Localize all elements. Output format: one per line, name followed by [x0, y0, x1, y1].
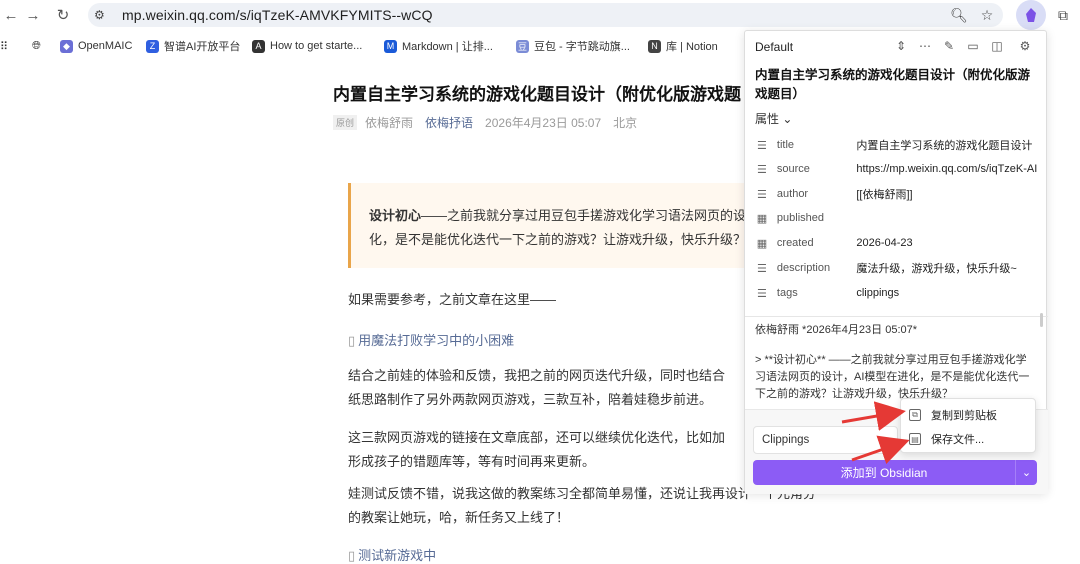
property-row[interactable]: ▦ created 2026-04-23 [755, 233, 1045, 253]
save-file-item[interactable]: ▤ 保存文件... [909, 429, 984, 449]
sidebar-icon[interactable]: ◫ [989, 38, 1005, 54]
link-icon: ▯ [348, 333, 356, 348]
text-lines-icon: ☰ [757, 163, 767, 176]
obsidian-clipper-extension-icon[interactable] [1016, 0, 1046, 30]
note-content[interactable]: 依梅舒雨 *2026年4月23日 05:07* > **设计初心** ——之前我… [755, 322, 1037, 403]
apps-grid-icon[interactable]: ⠿ [0, 38, 8, 54]
back-icon[interactable]: ← [0, 4, 22, 26]
link-icon: ▯ [348, 548, 356, 563]
property-row[interactable]: ☰ description 魔法升级，游戏升级，快乐升级~ [755, 258, 1045, 278]
text-lines-icon: ☰ [757, 188, 767, 201]
text-lines-icon: ☰ [757, 262, 767, 275]
calendar-icon: ▦ [756, 212, 768, 225]
paragraph: 如果需要参考，之前文章在这里—— [348, 292, 557, 307]
clipper-header: Default ⇕ ⋯ ✎ ▭ ◫ ⚙ [745, 31, 1048, 63]
bookmark-item[interactable]: ◆ OpenMAIC [60, 38, 132, 54]
location: 北京 [613, 116, 638, 130]
bookmark-star-icon[interactable]: ☆ [976, 4, 998, 26]
file-icon: ▤ [909, 433, 921, 445]
quote-text-line2: 化，是不是能优化迭代一下之前的游戏？让游戏升级，快乐升级？ [369, 232, 747, 247]
bookmark-item[interactable]: N库 | Notion [648, 38, 718, 54]
reader-icon[interactable]: ▭ [965, 38, 981, 54]
article-link[interactable]: ▯ 测试新游戏中 [348, 545, 436, 564]
paragraph: 结合之前娃的体验和反馈，我把之前的网页迭代升级，同时也结合 纸思路制作了另外两款网… [348, 368, 726, 407]
add-to-obsidian-button[interactable]: 添加到 Obsidian ⌄ [753, 460, 1037, 485]
property-row[interactable]: ☰ author [[依梅舒雨]] [755, 184, 1045, 204]
property-row[interactable]: ▦ published [755, 208, 1045, 228]
account-link[interactable]: 依梅抒语 [425, 114, 473, 131]
copy-icon: ⧉ [909, 409, 921, 421]
calendar-icon: ▦ [756, 237, 768, 250]
chevron-updown-icon[interactable]: ⇕ [893, 38, 909, 54]
extensions-puzzle-icon[interactable]: ⧉ [1052, 4, 1074, 26]
note-title[interactable]: 内置自主学习系统的游戏化题目设计（附优化版游戏题目） [755, 66, 1040, 104]
bookmark-item[interactable]: A How to get starte... [252, 38, 362, 54]
reload-icon[interactable]: ↻ [52, 4, 74, 26]
globe-icon[interactable]: 🌐︎ [32, 38, 41, 54]
text-lines-icon: ☰ [757, 287, 767, 300]
highlighter-icon[interactable]: ✎ [941, 38, 957, 54]
zoom-icon[interactable]: 🔍︎ [948, 4, 970, 26]
browser-toolbar: ← → ↻ ⚙ mp.weixin.qq.com/s/iqTzeK-AMVKFY… [0, 0, 1080, 30]
properties-toggle[interactable]: 属性 ⌄ [755, 110, 792, 127]
markdown-icon: M [384, 39, 397, 53]
template-select[interactable]: Default [755, 40, 793, 54]
site-settings-icon[interactable]: ⚙ [94, 8, 108, 22]
url-text: mp.weixin.qq.com/s/iqTzeK-AMVKFYMITS--wC… [122, 7, 433, 23]
zhipu-icon: Z [146, 39, 159, 53]
chevron-down-icon[interactable]: ⌄ [1015, 460, 1037, 485]
bookmark-item[interactable]: Z 智谱AI开放平台 [146, 38, 240, 54]
quote-text: ——之前我就分享过用豆包手搓游戏化学习语法网页的设计， [421, 208, 749, 223]
property-row[interactable]: ☰ title 内置自主学习系统的游戏化题目设计 [755, 135, 1045, 155]
property-row[interactable]: ☰ tags clippings [755, 283, 1045, 303]
copy-to-clipboard-item[interactable]: ⧉ 复制到剪贴板 [909, 405, 997, 425]
save-options-menu: ⧉ 复制到剪贴板 ▤ 保存文件... [900, 398, 1036, 453]
property-row[interactable]: ☰ source https://mp.weixin.qq.com/s/iqTzeK… [755, 159, 1045, 179]
quote-bold: 设计初心 [369, 208, 422, 223]
original-badge: 原创 [333, 115, 358, 130]
notion-icon: N [648, 39, 661, 53]
doubao-icon: 豆 [516, 39, 529, 53]
scrollbar[interactable] [1040, 313, 1043, 327]
anthropic-icon: A [252, 39, 265, 53]
forward-icon[interactable]: → [22, 4, 44, 26]
bookmark-item[interactable]: 豆豆包 - 字节跳动旗... [516, 38, 630, 54]
article-title: 内置自主学习系统的游戏化题目设计（附优化版游戏题 [333, 85, 741, 104]
author-name: 依梅舒雨 [365, 116, 414, 130]
vault-folder-field[interactable]: Clippings [753, 426, 898, 454]
publish-date: 2026年4月23日 05:07 [485, 116, 602, 130]
openmaic-icon: ◆ [60, 39, 73, 53]
divider [745, 316, 1048, 317]
more-icon[interactable]: ⋯ [917, 38, 933, 54]
settings-icon[interactable]: ⚙ [1017, 38, 1033, 54]
bookmark-item[interactable]: M Markdown | 让排... [384, 38, 493, 54]
quote-block: 设计初心——之前我就分享过用豆包手搓游戏化学习语法网页的设计， 化，是不是能优化迭… [348, 183, 749, 268]
article-link[interactable]: ▯ 用魔法打败学习中的小困难 [348, 330, 514, 349]
paragraph: 这三款网页游戏的链接在文章底部，还可以继续优化迭代，比如加 形成孩子的错题库等，等… [348, 430, 726, 469]
chevron-down-icon: ⌄ [782, 112, 793, 126]
text-lines-icon: ☰ [757, 139, 767, 152]
address-bar[interactable]: ⚙ mp.weixin.qq.com/s/iqTzeK-AMVKFYMITS--… [88, 3, 1003, 27]
article-meta: 原创 依梅舒雨 依梅抒语 2026年4月23日 05:07 北京 [333, 114, 637, 131]
